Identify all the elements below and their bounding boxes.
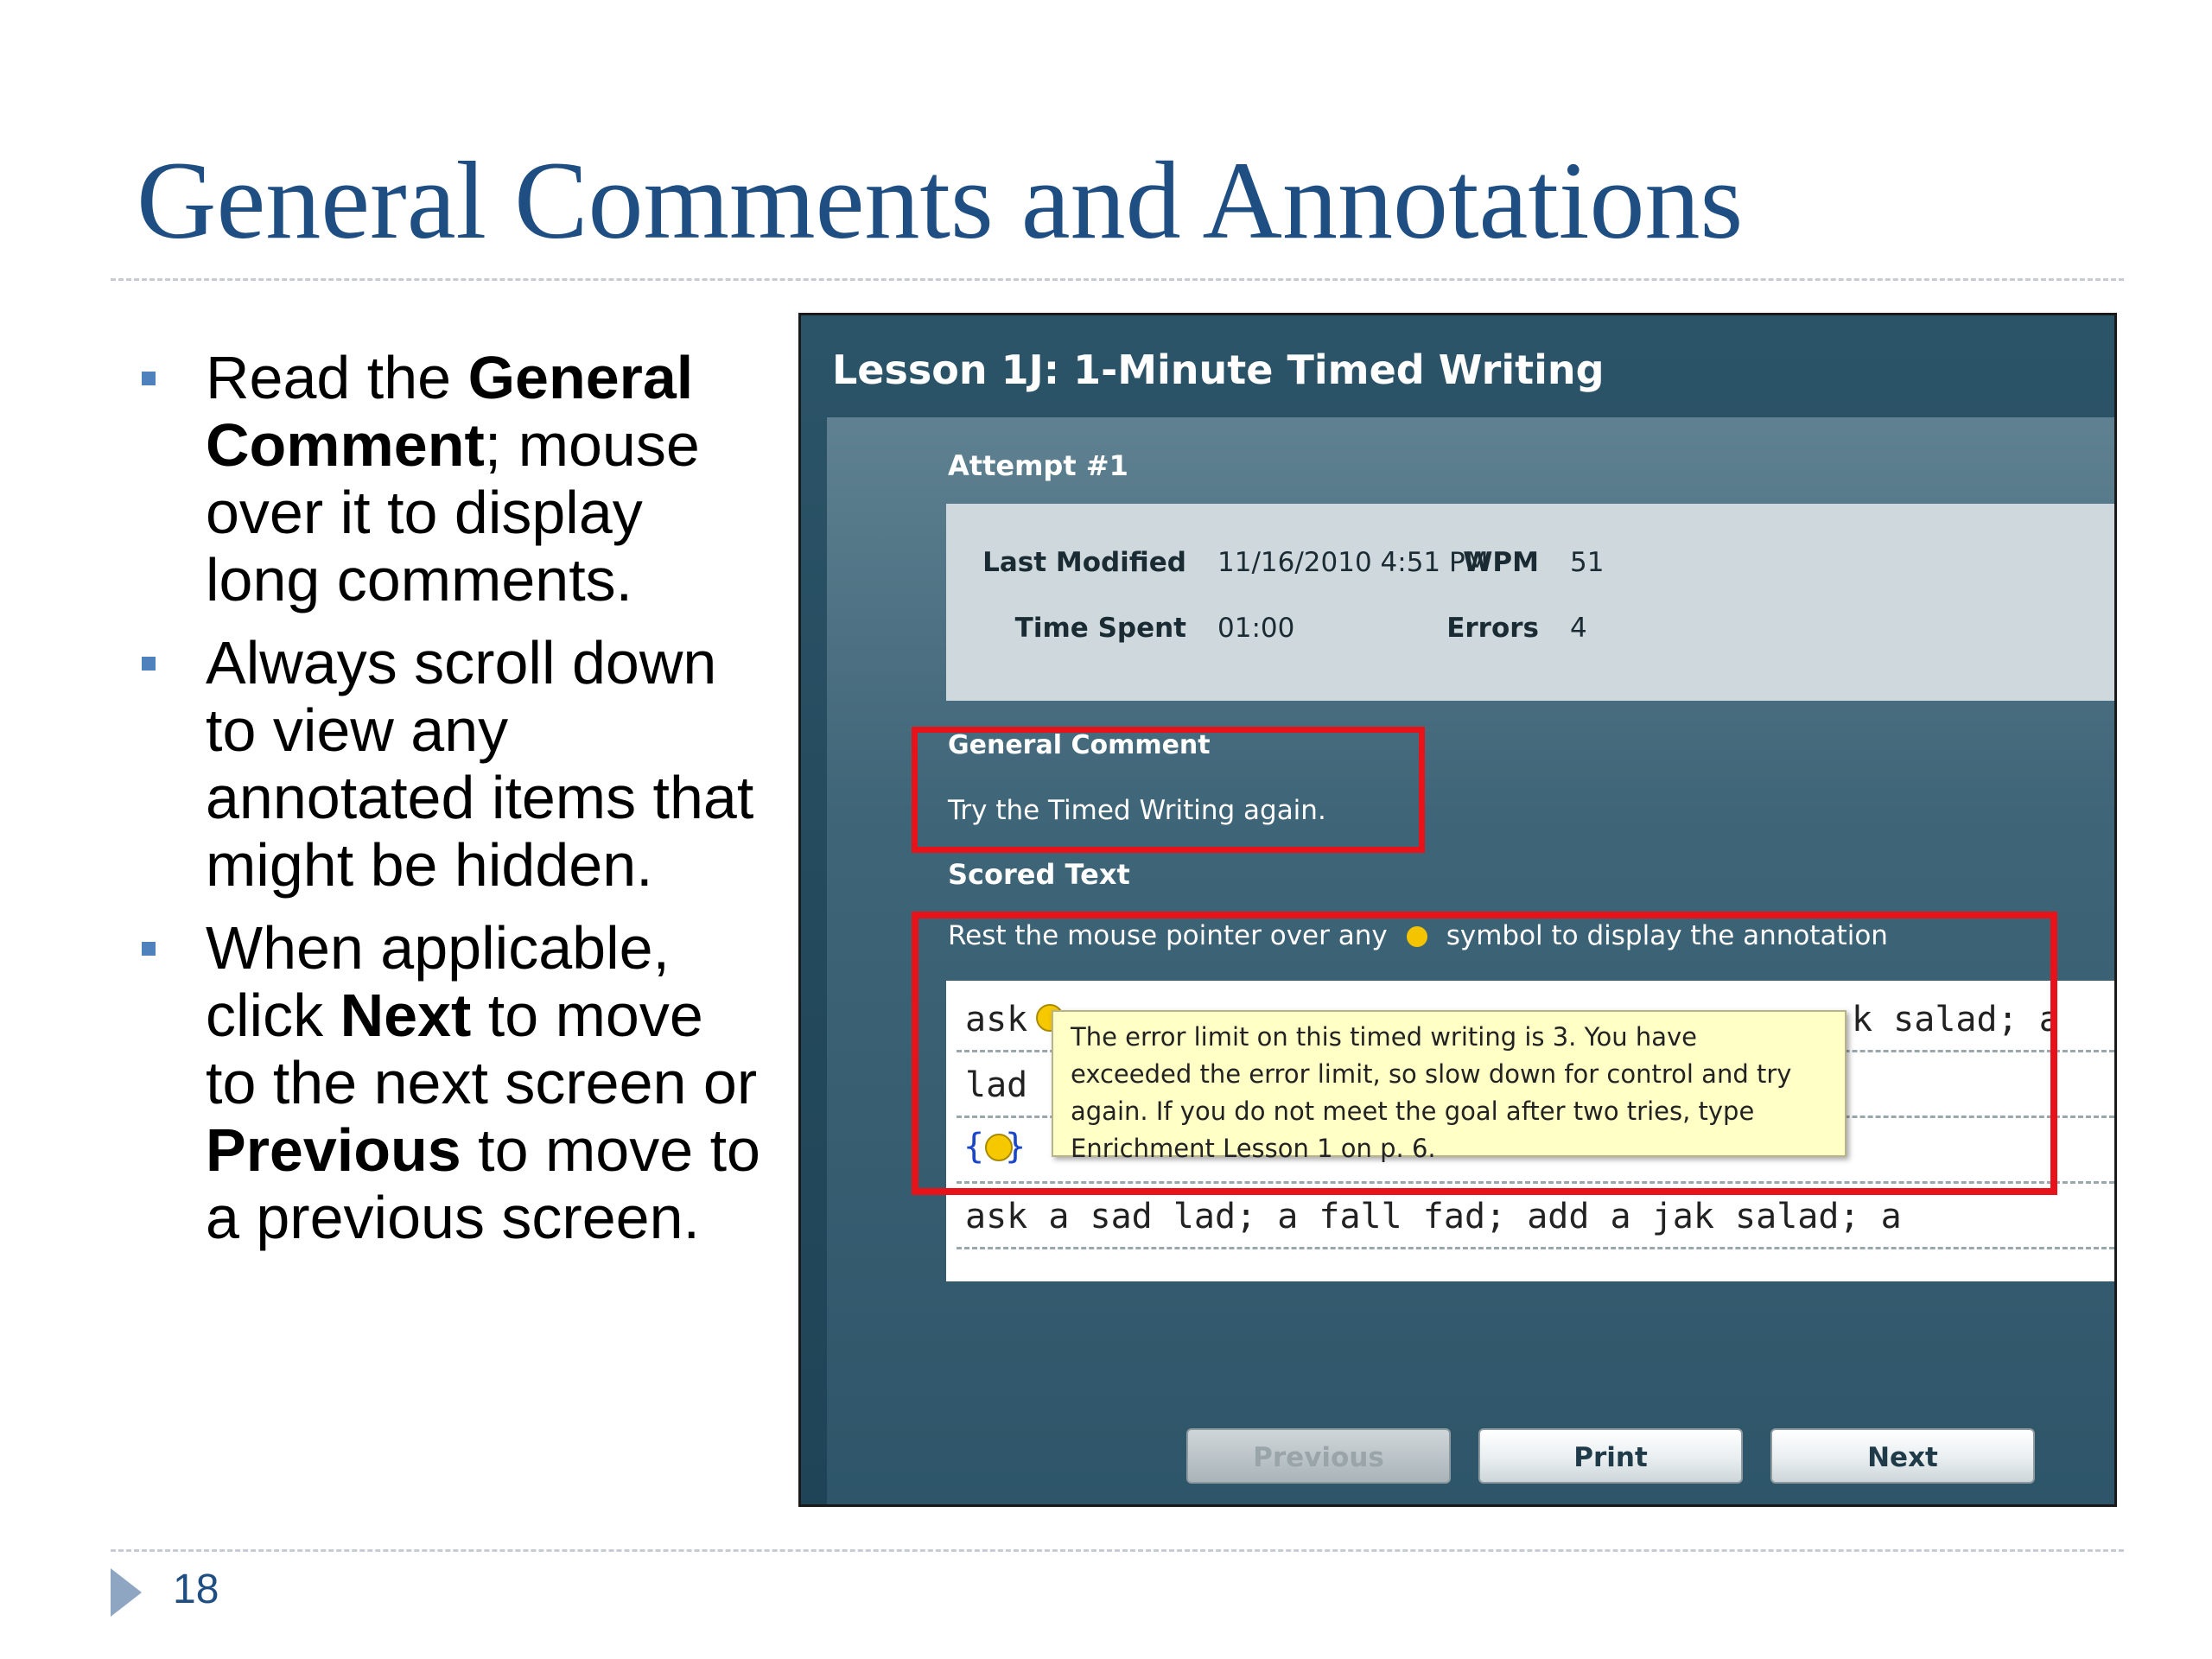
- bullet-item: Always scroll down to view any annotated…: [130, 629, 760, 899]
- errors-value: 4: [1570, 613, 1587, 644]
- bullet-square-icon: [142, 657, 156, 671]
- attempt-label: Attempt #1: [948, 449, 1128, 482]
- bullet-item: When applicable, click Next to move to t…: [130, 914, 760, 1251]
- bullet-text: Always scroll down to view any annotated…: [206, 629, 754, 899]
- general-comment-highlight: [912, 727, 1425, 853]
- bullet-bold: Previous: [206, 1116, 461, 1184]
- wpm-label: WPM: [1463, 547, 1539, 578]
- time-spent-value: 01:00: [1217, 613, 1295, 644]
- line-divider: [957, 1247, 2114, 1249]
- bullet-item: Read the General Comment; mouse over it …: [130, 344, 760, 613]
- bullet-text: Read the: [206, 344, 468, 411]
- scored-text-label: Scored Text: [948, 858, 1130, 891]
- app-screenshot: Lesson 1J: 1-Minute Timed Writing Attemp…: [798, 313, 2117, 1507]
- bottom-divider: [111, 1549, 2124, 1552]
- errors-label: Errors: [1446, 613, 1539, 644]
- print-button[interactable]: Print: [1478, 1428, 1743, 1484]
- top-divider: [111, 278, 2124, 281]
- page-number: 18: [173, 1567, 219, 1612]
- bullet-square-icon: [142, 942, 156, 956]
- wpm-value: 51: [1570, 547, 1605, 578]
- scored-line: ask a sad lad; a fall fad; add a jak sal…: [965, 1197, 1902, 1236]
- slide-title: General Comments and Annotations: [137, 139, 1744, 262]
- triangle-arrow-icon: [111, 1568, 142, 1617]
- time-spent-label: Time Spent: [1014, 613, 1186, 644]
- stats-box: Last Modified 11/16/2010 4:51 PM WPM 51 …: [946, 504, 2114, 701]
- bullet-bold: Next: [340, 982, 472, 1049]
- bullet-list: Read the General Comment; mouse over it …: [130, 344, 760, 1267]
- last-modified-label: Last Modified: [982, 547, 1186, 578]
- previous-button[interactable]: Previous: [1186, 1428, 1451, 1484]
- lesson-title: Lesson 1J: 1-Minute Timed Writing: [832, 346, 1605, 393]
- next-button[interactable]: Next: [1770, 1428, 2035, 1484]
- bullet-square-icon: [142, 372, 156, 385]
- annotation-highlight: [912, 912, 2057, 1195]
